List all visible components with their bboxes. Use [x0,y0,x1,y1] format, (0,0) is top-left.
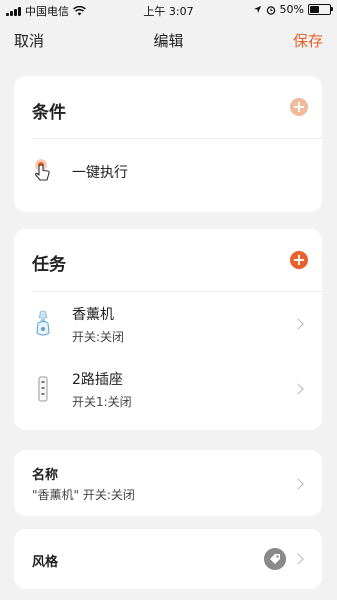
nav-bar: 取消 编辑 保存 [0,20,337,58]
cancel-button[interactable]: 取消 [14,30,44,51]
task-detail: 开关1:关闭 [72,395,132,409]
condition-label: 一键执行 [72,165,128,181]
tasks-title: 任务 [32,255,66,275]
save-button[interactable]: 保存 [293,30,323,51]
tasks-card: 任务 + 香薰机 开关:关闭 2路插座 开关1:关闭 [14,229,322,430]
divider [32,291,322,292]
chevron-right-icon [292,318,304,330]
status-right: 50% [253,3,333,16]
battery-icon [308,4,333,15]
name-value: "香薰机" 开关:关闭 [32,488,135,502]
add-task-button[interactable]: + [290,251,308,269]
battery-percent: 50% [279,3,304,16]
style-label: 风格 [32,555,59,570]
task-detail: 开关:关闭 [72,330,125,344]
chevron-right-icon [292,553,304,565]
divider [32,138,322,139]
aroma-diffuser-icon [36,310,50,336]
name-label: 名称 [32,468,59,483]
power-strip-icon [38,376,48,402]
location-icon [253,5,261,14]
alarm-icon [266,5,275,15]
task-name: 香薰机 [72,307,114,323]
page-title: 编辑 [153,32,184,50]
tag-icon [264,548,286,570]
name-card[interactable]: 名称 "香薰机" 开关:关闭 [14,450,322,516]
status-bar: 中国电信 上午 3:07 50% [0,0,337,20]
task-name: 2路插座 [72,372,123,388]
conditions-card: 条件 + 一键执行 [14,76,322,212]
add-condition-button[interactable]: + [290,98,308,116]
chevron-right-icon [292,478,304,490]
style-card[interactable]: 风格 [14,529,322,589]
conditions-title: 条件 [32,103,66,123]
hand-tap-icon [34,159,50,181]
chevron-right-icon [292,383,304,395]
